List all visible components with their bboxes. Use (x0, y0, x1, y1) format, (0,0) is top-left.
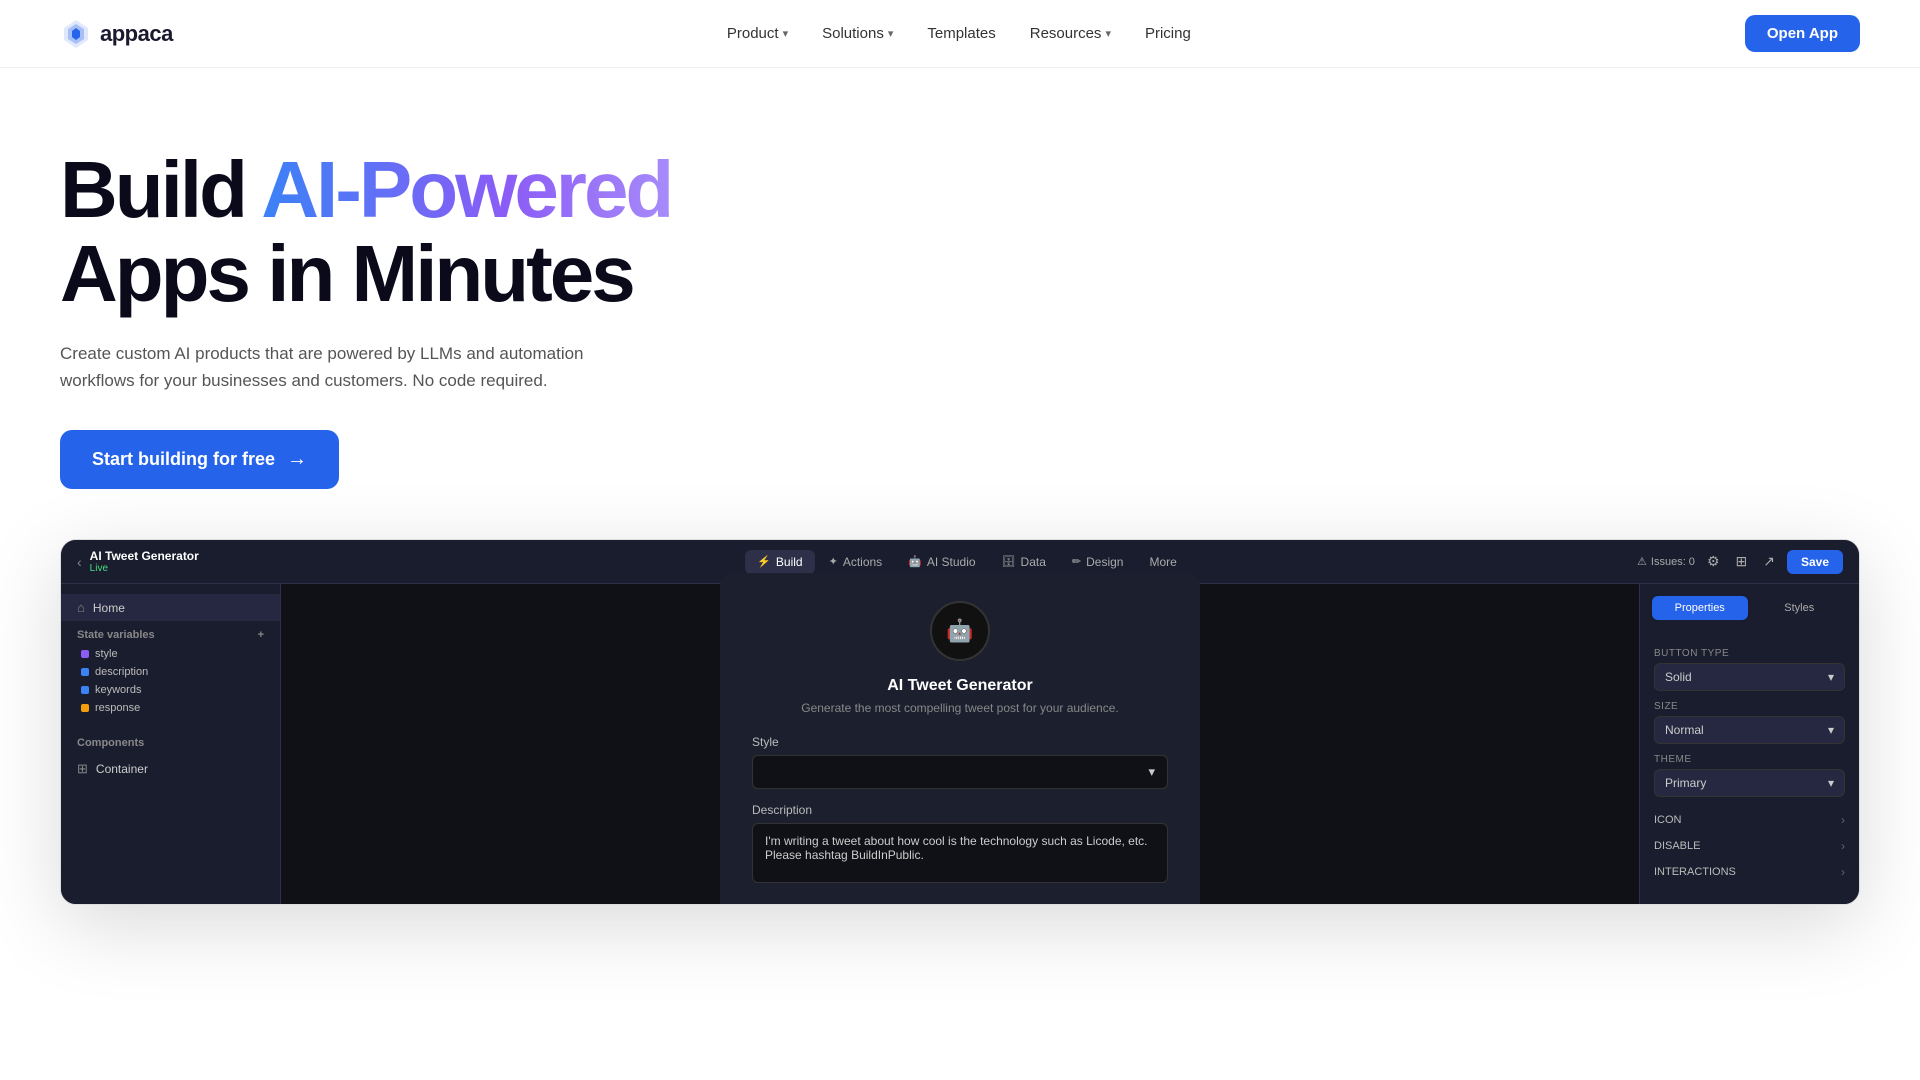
chevron-down-icon: ▾ (1828, 776, 1834, 790)
settings-icon[interactable]: ⚙ (1703, 549, 1724, 574)
state-vars-header: State variables + (61, 621, 280, 645)
app-title: AI Tweet Generator (90, 549, 199, 563)
actions-icon: ✦ (829, 555, 838, 568)
nav-links: Product ▾ Solutions ▾ Templates Resource… (713, 17, 1205, 50)
sidebar-item-home[interactable]: ⌂ Home (61, 594, 280, 621)
size-label: Size (1654, 701, 1845, 712)
logo-text: appaca (100, 21, 173, 47)
home-icon: ⌂ (77, 600, 85, 615)
size-select[interactable]: Normal ▾ (1654, 716, 1845, 744)
ai-studio-icon: 🤖 (908, 555, 922, 568)
build-icon: ⚡ (757, 555, 771, 568)
tab-build[interactable]: ⚡ Build (745, 550, 814, 574)
components-label: Components (61, 717, 280, 755)
arrow-icon: → (287, 448, 307, 471)
theme-label: Theme (1654, 754, 1845, 765)
icon-row[interactable]: ICON › (1640, 807, 1859, 833)
tab-more[interactable]: More (1137, 550, 1188, 574)
open-app-button[interactable]: Open App (1745, 15, 1860, 52)
disable-row[interactable]: DISABLE › (1640, 833, 1859, 859)
start-building-button[interactable]: Start building for free → (60, 430, 339, 489)
layout-icon[interactable]: ⊞ (1732, 549, 1752, 574)
chevron-down-icon: ▾ (783, 27, 789, 40)
app-topbar-left: ‹ AI Tweet Generator Live (77, 549, 297, 574)
tab-design[interactable]: ✏ Design (1060, 550, 1136, 574)
app-preview: ‹ AI Tweet Generator Live ⚡ Build ✦ Acti… (60, 539, 1860, 905)
var-dot (81, 650, 89, 658)
var-keywords[interactable]: keywords (61, 681, 280, 699)
chevron-right-icon: › (1841, 865, 1845, 879)
sidebar-item-container[interactable]: ⊞ Container (61, 755, 280, 783)
nav-solutions[interactable]: Solutions ▾ (808, 17, 907, 50)
hero-title: Build AI-Powered Apps in Minutes (60, 148, 840, 316)
interactions-row[interactable]: INTERACTIONS › (1640, 859, 1859, 885)
description-label: Description (752, 803, 1168, 817)
var-response[interactable]: response (61, 699, 280, 717)
design-icon: ✏ (1072, 555, 1081, 568)
navbar: appaca Product ▾ Solutions ▾ Templates R… (0, 0, 1920, 68)
var-dot (81, 668, 89, 676)
var-dot (81, 704, 89, 712)
nav-templates[interactable]: Templates (913, 17, 1009, 50)
visit-icon[interactable]: ↗ (1759, 549, 1779, 574)
warning-icon: ⚠ (1637, 555, 1647, 568)
nav-resources[interactable]: Resources ▾ (1016, 17, 1125, 50)
add-var-icon[interactable]: + (258, 629, 264, 641)
back-icon[interactable]: ‹ (77, 554, 82, 570)
app-live-badge: Live (90, 563, 199, 574)
style-label: Style (752, 735, 1168, 749)
app-topbar-right: ⚠ Issues: 0 ⚙ ⊞ ↗ Save (1637, 549, 1843, 574)
nav-pricing[interactable]: Pricing (1131, 17, 1205, 50)
var-style[interactable]: style (61, 645, 280, 663)
save-button[interactable]: Save (1787, 550, 1843, 574)
var-description[interactable]: description (61, 663, 280, 681)
tab-ai-studio[interactable]: 🤖 AI Studio (896, 550, 987, 574)
style-select[interactable]: ▾ (752, 755, 1168, 789)
hero-section: Build AI-Powered Apps in Minutes Create … (0, 68, 1920, 539)
var-dot (81, 686, 89, 694)
issues-count: ⚠ Issues: 0 (1637, 555, 1695, 568)
chevron-right-icon: › (1841, 839, 1845, 853)
container-icon: ⊞ (77, 761, 88, 777)
hero-subtitle: Create custom AI products that are power… (60, 340, 660, 394)
app-topbar-center: ⚡ Build ✦ Actions 🤖 AI Studio 🗄 Data ✏ (303, 550, 1631, 574)
chevron-down-icon: ▾ (888, 27, 894, 40)
app-left-panel: ⌂ Home State variables + style descripti… (61, 584, 281, 904)
app-body: ⌂ Home State variables + style descripti… (61, 584, 1859, 904)
description-textarea[interactable] (752, 823, 1168, 883)
tweet-logo: 🤖 (752, 601, 1168, 661)
chevron-down-icon: ▾ (1148, 764, 1155, 780)
app-center-panel: 🤖 AI Tweet Generator Generate the most c… (281, 584, 1639, 904)
tab-actions[interactable]: ✦ Actions (817, 550, 895, 574)
tab-styles[interactable]: Styles (1752, 596, 1848, 620)
app-title-section: AI Tweet Generator Live (90, 549, 199, 574)
theme-select[interactable]: Primary ▾ (1654, 769, 1845, 797)
tab-data[interactable]: 🗄 Data (990, 550, 1058, 574)
button-type-select[interactable]: Solid ▾ (1654, 663, 1845, 691)
tab-properties[interactable]: Properties (1652, 596, 1748, 620)
button-type-label: Button type (1654, 648, 1845, 659)
chevron-down-icon: ▾ (1105, 27, 1111, 40)
tweet-card-title: AI Tweet Generator (752, 677, 1168, 695)
button-type-section: Button type Solid ▾ Size Normal ▾ Theme … (1640, 632, 1859, 807)
chevron-down-icon: ▾ (1828, 670, 1834, 684)
chevron-down-icon: ▾ (1828, 723, 1834, 737)
tweet-logo-circle: 🤖 (930, 601, 990, 661)
logo[interactable]: appaca (60, 18, 173, 50)
right-panel-tabs: Properties Styles (1640, 596, 1859, 620)
tweet-card: 🤖 AI Tweet Generator Generate the most c… (720, 573, 1200, 906)
data-icon: 🗄 (1002, 555, 1016, 568)
tweet-card-subtitle: Generate the most compelling tweet post … (752, 701, 1168, 715)
app-right-panel: Properties Styles Button type Solid ▾ Si… (1639, 584, 1859, 904)
chevron-right-icon: › (1841, 813, 1845, 827)
app-preview-wrapper: ‹ AI Tweet Generator Live ⚡ Build ✦ Acti… (0, 539, 1920, 965)
nav-product[interactable]: Product ▾ (713, 17, 802, 50)
